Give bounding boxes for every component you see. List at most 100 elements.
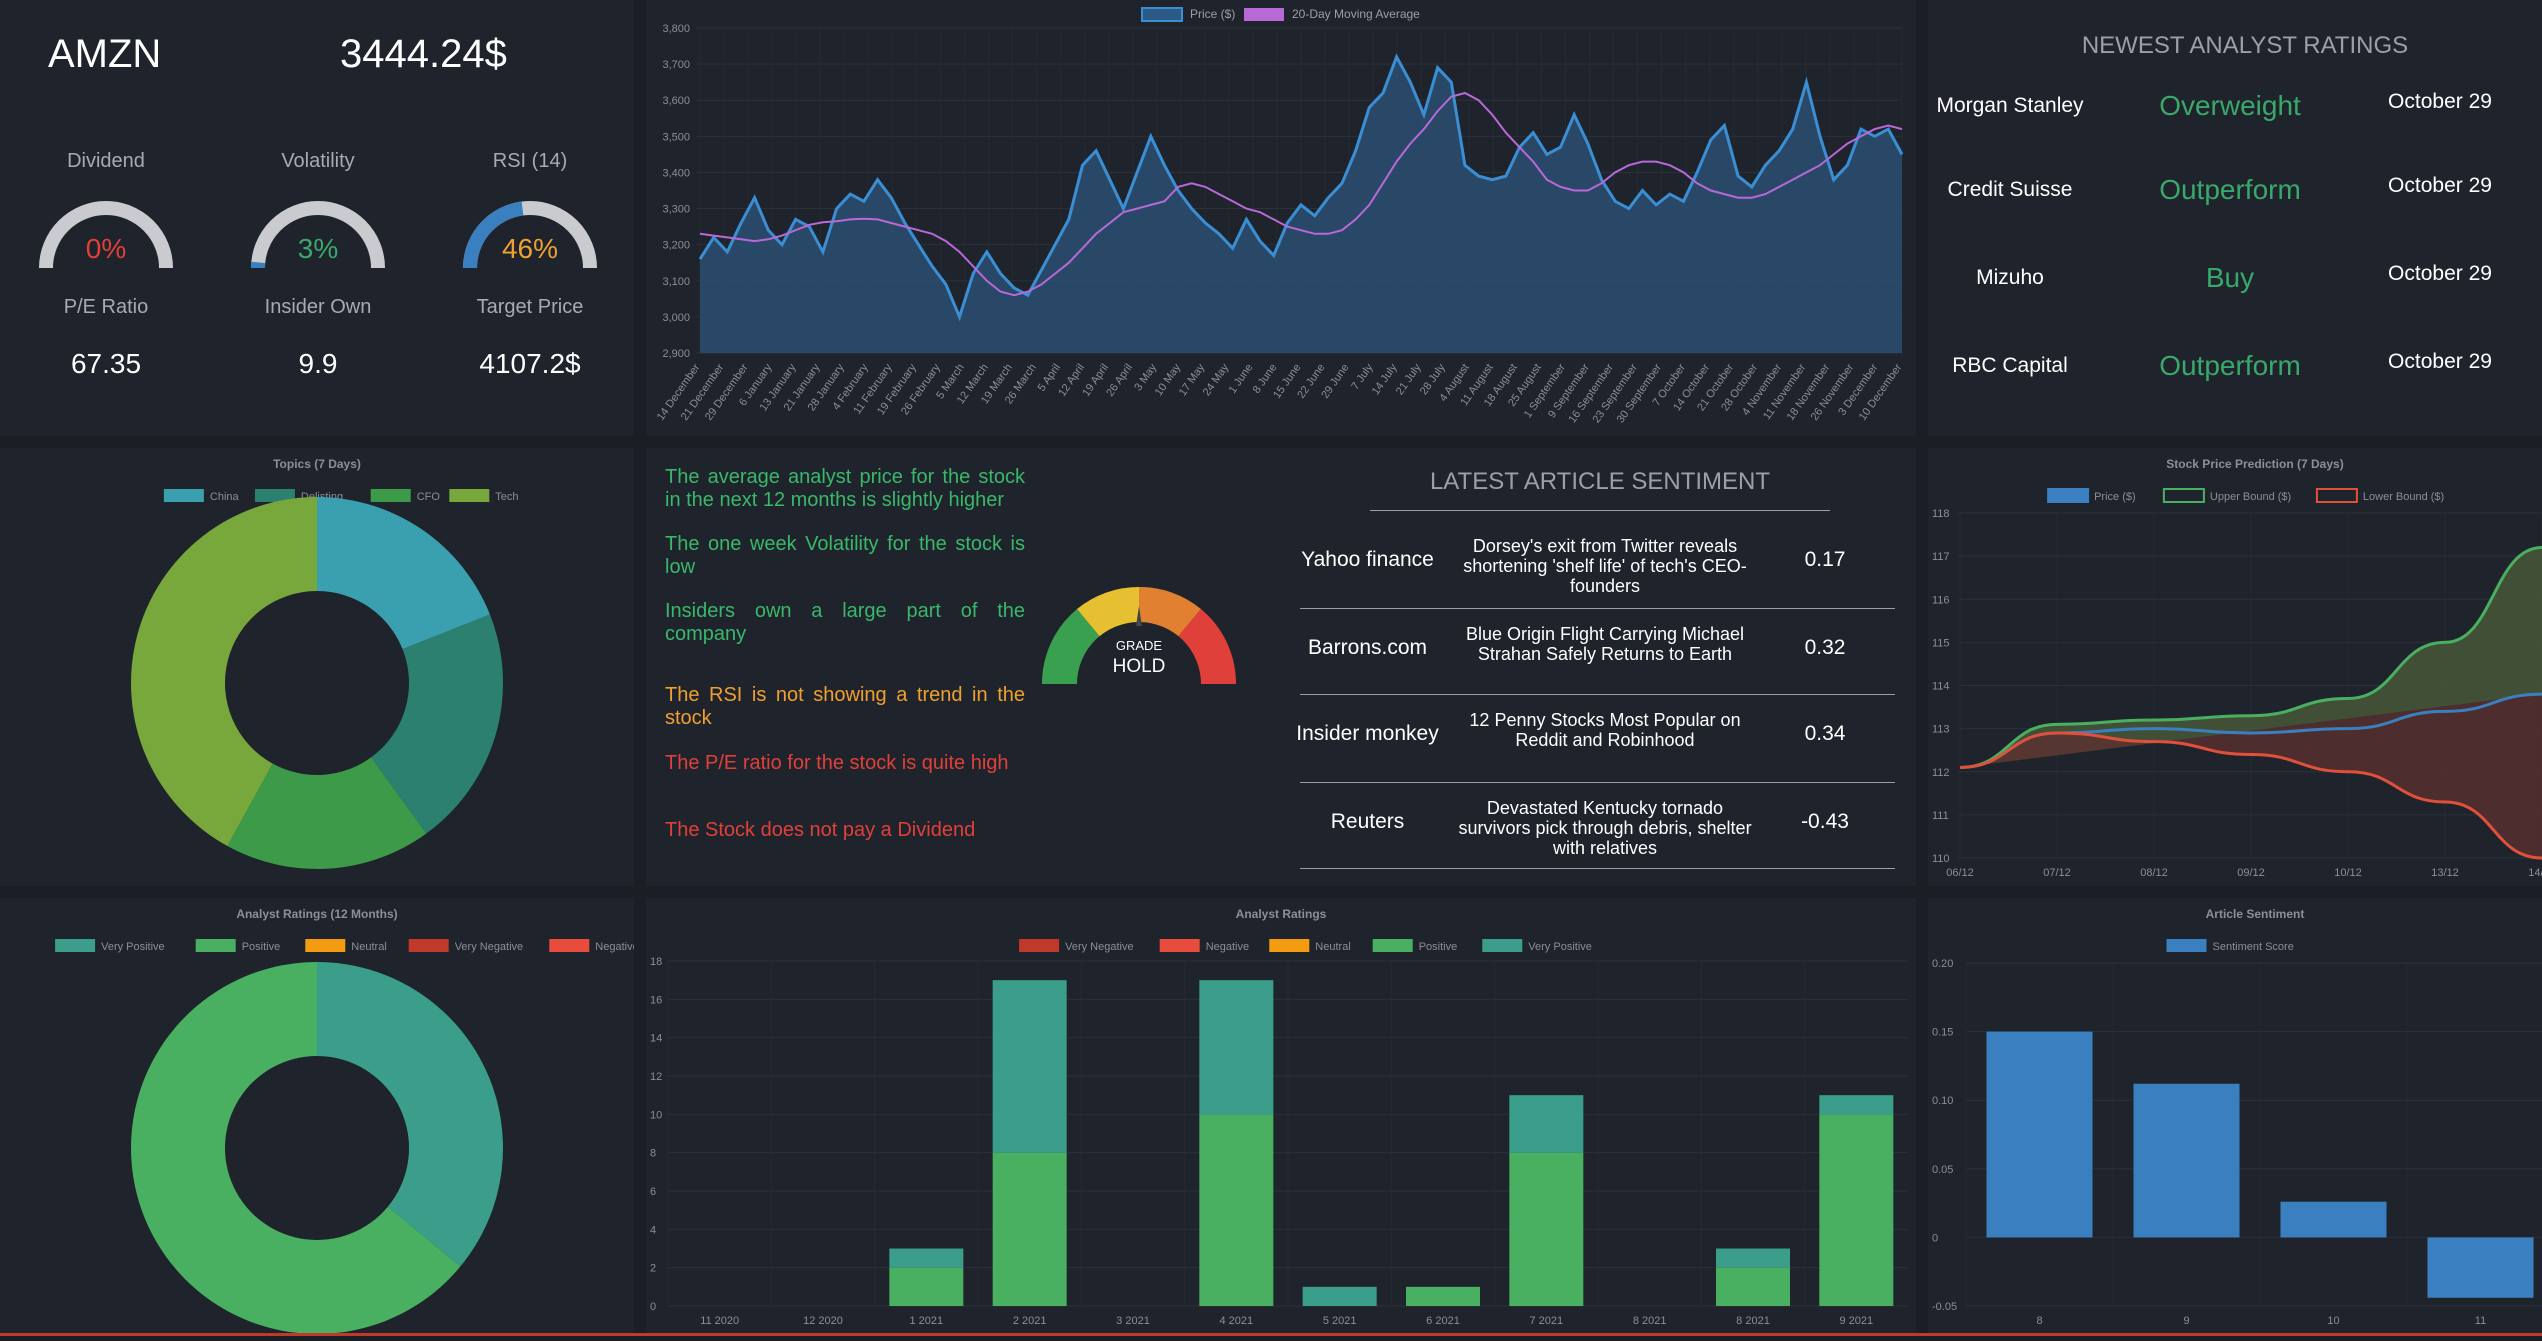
sentiment-source: Yahoo finance xyxy=(1301,548,1434,571)
legend-label[interactable]: Negative xyxy=(1206,941,1249,953)
bar-segment[interactable] xyxy=(992,1152,1067,1306)
legend-label[interactable]: Very Positive xyxy=(101,941,165,953)
target-price-label: Target Price xyxy=(476,296,584,318)
bar-segment[interactable] xyxy=(1716,1267,1790,1306)
rating-firm: RBC Capital xyxy=(1952,354,2068,377)
bar-segment[interactable] xyxy=(1819,1114,1894,1306)
topics-panel: Topics (7 Days) China Delisting CFO Tech xyxy=(0,448,634,886)
rating-firm: Credit Suisse xyxy=(1947,178,2073,201)
legend-label[interactable]: Very Negative xyxy=(455,941,523,953)
x-tick-label: 10/12 xyxy=(2334,867,2362,879)
sentiment-row: Yahoo finance Dorsey's exit from Twitter… xyxy=(1295,536,1895,623)
legend-label[interactable]: Tech xyxy=(495,491,518,503)
insider-own-value: 9.9 xyxy=(298,348,338,379)
legend-swatch[interactable] xyxy=(2315,488,2358,503)
sentiment-chart-title: Article Sentiment xyxy=(2206,907,2305,921)
legend-swatch[interactable] xyxy=(549,939,590,952)
volatility-value: 3% xyxy=(297,233,339,264)
x-tick-label: 8 2021 xyxy=(1736,1315,1770,1327)
legend-swatch[interactable] xyxy=(2047,488,2090,503)
grade-label: GRADE xyxy=(1116,638,1163,653)
legend-swatch[interactable] xyxy=(408,939,449,952)
price-legend: Price ($) 20-Day Moving Average xyxy=(1141,7,1420,22)
y-tick-label: 2 xyxy=(650,1263,656,1275)
rating-row: RBC Capital Outperform October 29 xyxy=(1930,346,2540,406)
legend-label[interactable]: Very Positive xyxy=(1528,941,1592,953)
bar-segment[interactable] xyxy=(1302,1286,1377,1306)
legend-swatch[interactable] xyxy=(1372,939,1413,952)
legend-swatch[interactable] xyxy=(163,489,204,502)
x-tick-label: 13/12 xyxy=(2431,867,2459,879)
legend-swatch[interactable] xyxy=(449,489,490,502)
prediction-chart: Stock Price Prediction (7 Days) Price ($… xyxy=(1932,457,2542,879)
y-tick-label: 6 xyxy=(650,1186,656,1198)
y-tick-label: 0.20 xyxy=(1932,958,1953,970)
y-tick-label: 3,800 xyxy=(662,23,690,35)
bar-segment[interactable] xyxy=(1716,1248,1790,1268)
y-tick-label: 110 xyxy=(1932,853,1950,865)
legend-swatch[interactable] xyxy=(1482,939,1523,952)
legend-label[interactable]: CFO xyxy=(417,491,441,503)
legend-swatch[interactable] xyxy=(2162,488,2205,503)
legend-swatch[interactable] xyxy=(1159,939,1200,952)
bar-segment[interactable] xyxy=(889,1267,964,1306)
insight-text: The Stock does not pay a Dividend xyxy=(665,819,976,841)
legend-label[interactable]: Price ($) xyxy=(2094,491,2136,503)
sentiment-chart-legend: Sentiment Score xyxy=(2166,939,2294,953)
legend-label[interactable]: Negative xyxy=(595,941,638,953)
legend-swatch[interactable] xyxy=(195,939,236,952)
sentiment-row: Insider monkey 12 Penny Stocks Most Popu… xyxy=(1295,710,1895,797)
bar-segment[interactable] xyxy=(889,1248,964,1268)
bar-segment[interactable] xyxy=(1509,1152,1584,1306)
rating-firm: Mizuho xyxy=(1976,266,2044,289)
bar-segment[interactable] xyxy=(992,980,1067,1153)
bar-segment[interactable] xyxy=(1509,1095,1584,1153)
y-tick-label: 12 xyxy=(650,1071,662,1083)
x-tick-label: 5 2021 xyxy=(1323,1315,1357,1327)
sentiment-title: LATEST ARTICLE SENTIMENT xyxy=(1429,468,1771,495)
prediction-title: Stock Price Prediction (7 Days) xyxy=(2166,457,2343,471)
x-tick-label: 9 xyxy=(2183,1315,2189,1327)
legend-label[interactable]: Lower Bound ($) xyxy=(2363,491,2444,503)
sentiment-bar[interactable] xyxy=(1986,1031,2093,1238)
legend-label[interactable]: Very Negative xyxy=(1065,941,1133,953)
legend-label[interactable]: Positive xyxy=(242,941,281,953)
legend-swatch[interactable] xyxy=(370,489,411,502)
y-tick-label: 0.15 xyxy=(1932,1027,1953,1039)
topics-donut-chart: Topics (7 Days) China Delisting CFO Tech xyxy=(130,457,519,869)
x-tick-label: 6 2021 xyxy=(1426,1315,1460,1327)
legend-swatch[interactable] xyxy=(1269,939,1310,952)
y-tick-label: 3,000 xyxy=(662,312,690,324)
y-tick-label: 0.10 xyxy=(1932,1095,1953,1107)
bar-segment[interactable] xyxy=(1406,1286,1480,1306)
legend-label[interactable]: China xyxy=(210,491,240,503)
legend-swatch-ma xyxy=(1244,8,1284,21)
legend-swatch[interactable] xyxy=(1019,939,1060,952)
legend-label[interactable]: Sentiment Score xyxy=(2213,941,2294,953)
sentiment-bar[interactable] xyxy=(2427,1237,2534,1298)
rating-date: October 29 xyxy=(2388,174,2492,197)
sentiment-source: Barrons.com xyxy=(1307,636,1428,659)
y-tick-label: 3,700 xyxy=(662,59,690,71)
grade-gauge: GRADE HOLD xyxy=(1041,586,1237,688)
sentiment-bar[interactable] xyxy=(2280,1201,2387,1238)
legend-swatch[interactable] xyxy=(2166,939,2207,952)
bar-segment[interactable] xyxy=(1819,1095,1894,1115)
legend-label[interactable]: Positive xyxy=(1419,941,1458,953)
legend-label[interactable]: Neutral xyxy=(1315,941,1350,953)
y-tick-label: 2,900 xyxy=(662,348,690,360)
x-tick-label: 06/12 xyxy=(1946,867,1974,879)
bar-segment[interactable] xyxy=(1199,980,1274,1115)
legend-label[interactable]: Neutral xyxy=(351,941,386,953)
price-chart: Price ($) 20-Day Moving Average 3,800 3,7… xyxy=(655,7,1905,425)
x-tick-label: 08/12 xyxy=(2140,867,2168,879)
sentiment-bar[interactable] xyxy=(2133,1083,2240,1238)
sentiment-headline: 12 Penny Stocks Most Popular on Reddit a… xyxy=(1469,710,1741,750)
bar-segment[interactable] xyxy=(1199,1114,1274,1306)
analyst-ratings-donut-chart: Analyst Ratings (12 Months) Very Positiv… xyxy=(55,907,639,1334)
rating-slice[interactable] xyxy=(317,962,503,1267)
legend-label[interactable]: Upper Bound ($) xyxy=(2210,491,2291,503)
y-tick-label: 10 xyxy=(650,1109,662,1121)
legend-swatch[interactable] xyxy=(305,939,346,952)
legend-swatch[interactable] xyxy=(55,939,96,952)
